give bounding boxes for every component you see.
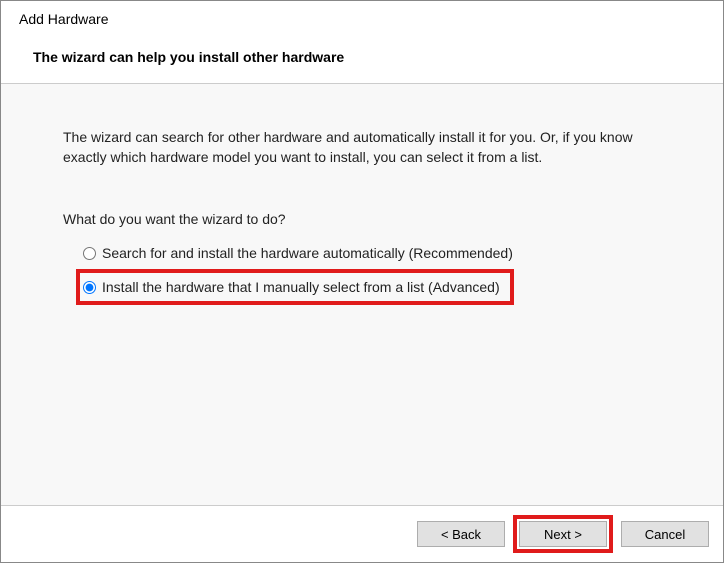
highlight-box-option: Install the hardware that I manually sel… (76, 269, 514, 305)
wizard-header: Add Hardware The wizard can help you ins… (1, 1, 723, 84)
radio-manual-select[interactable] (83, 281, 96, 294)
wizard-content: The wizard can search for other hardware… (1, 84, 723, 506)
radio-auto-search[interactable] (83, 247, 96, 260)
option-manual-select[interactable]: Install the hardware that I manually sel… (83, 279, 500, 295)
wizard-subtitle: The wizard can help you install other ha… (33, 49, 705, 65)
option-label: Install the hardware that I manually sel… (102, 279, 500, 295)
wizard-prompt: What do you want the wizard to do? (63, 211, 663, 227)
back-button[interactable]: < Back (417, 521, 505, 547)
option-label: Search for and install the hardware auto… (102, 245, 513, 261)
wizard-footer: < Back Next > Cancel (1, 506, 723, 562)
highlight-box-next: Next > (513, 515, 613, 553)
option-auto-search[interactable]: Search for and install the hardware auto… (79, 241, 663, 265)
add-hardware-wizard: Add Hardware The wizard can help you ins… (0, 0, 724, 563)
window-title: Add Hardware (19, 11, 705, 27)
wizard-description: The wizard can search for other hardware… (63, 128, 663, 167)
options-group: Search for and install the hardware auto… (63, 241, 663, 305)
cancel-button[interactable]: Cancel (621, 521, 709, 547)
next-button[interactable]: Next > (519, 521, 607, 547)
